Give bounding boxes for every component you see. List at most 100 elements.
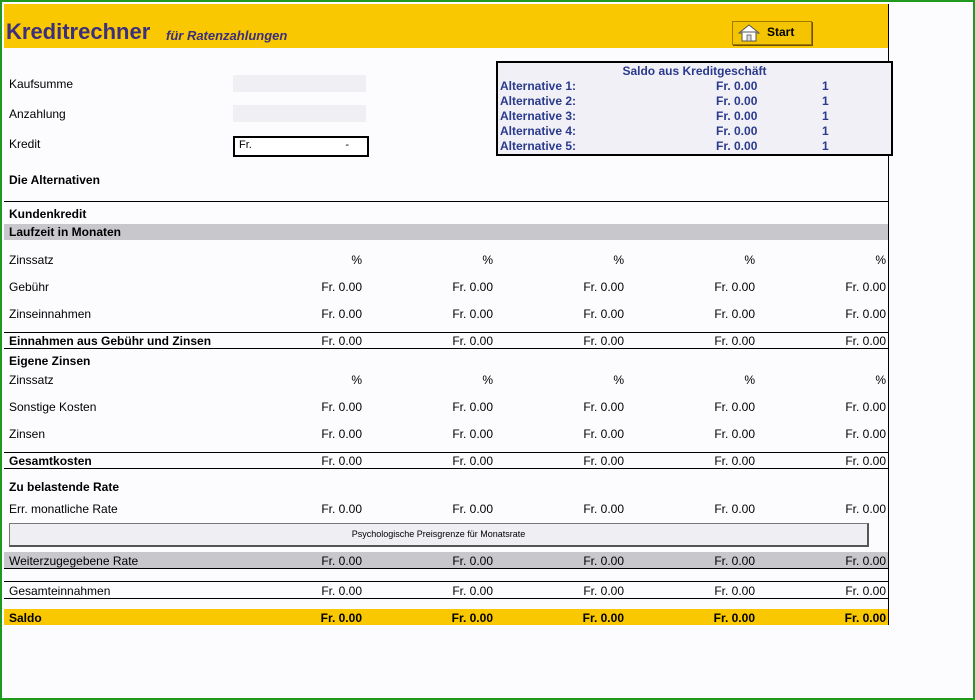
cell[interactable]: Fr. 0.00 bbox=[504, 280, 624, 294]
saldo-total-row: Saldo Fr. 0.00 Fr. 0.00 Fr. 0.00 Fr. 0.00 Fr.… bbox=[4, 609, 888, 625]
section-kundenkredit: Kundenkredit bbox=[9, 207, 87, 221]
row-label: Gesamteinnahmen bbox=[9, 584, 111, 598]
kredit-field[interactable]: Fr. - bbox=[233, 136, 369, 157]
row-label: Err. monatliche Rate bbox=[9, 502, 118, 516]
cell: Fr. 0.00 bbox=[714, 584, 755, 598]
saldo-row: Alternative 4: Fr. 0.00 1 bbox=[500, 124, 890, 139]
cell: Fr. 0.00 bbox=[583, 427, 624, 441]
cell[interactable]: Fr. 0.00 bbox=[242, 554, 362, 568]
cell[interactable]: Fr. 0.00 bbox=[242, 280, 362, 294]
cell: Fr. 0.00 bbox=[583, 502, 624, 516]
cell: Fr. 0.00 bbox=[583, 307, 624, 321]
saldo-row-number: 1 bbox=[822, 109, 829, 123]
cell: Fr. 0.00 bbox=[844, 611, 886, 625]
cell[interactable]: % bbox=[373, 373, 493, 387]
cell: Fr. 0.00 bbox=[452, 502, 493, 516]
divider bbox=[4, 348, 888, 349]
cell: Fr. 0.00 bbox=[845, 454, 886, 468]
saldo-row: Alternative 2: Fr. 0.00 1 bbox=[500, 94, 890, 109]
saldo-row-number: 1 bbox=[822, 139, 829, 153]
saldo-row-number: 1 bbox=[822, 124, 829, 138]
cell: Fr. 0.00 bbox=[321, 584, 362, 598]
saldo-row-label: Alternative 5: bbox=[500, 139, 577, 153]
saldo-row: Alternative 1: Fr. 0.00 1 bbox=[500, 79, 890, 94]
cell[interactable]: % bbox=[635, 373, 755, 387]
cell: Fr. 0.00 bbox=[452, 307, 493, 321]
cell[interactable]: % bbox=[635, 253, 755, 267]
cell: Fr. 0.00 bbox=[714, 334, 755, 348]
divider bbox=[4, 598, 888, 599]
saldo-title: Saldo aus Kreditgeschäft bbox=[622, 64, 767, 78]
divider bbox=[4, 201, 888, 202]
cell[interactable]: % bbox=[242, 373, 362, 387]
divider bbox=[4, 452, 888, 453]
saldo-row-label: Alternative 1: bbox=[500, 79, 577, 93]
cell: Fr. 0.00 bbox=[845, 334, 886, 348]
table-row: Gesamtkosten Fr. 0.00 Fr. 0.00 Fr. 0.00 Fr. … bbox=[4, 454, 888, 469]
cell[interactable]: Fr. 0.00 bbox=[766, 400, 886, 414]
table-row: Zinsen Fr. 0.00 Fr. 0.00 Fr. 0.00 Fr. 0.00 Fr… bbox=[4, 427, 888, 442]
cell[interactable]: % bbox=[504, 253, 624, 267]
cell[interactable]: Fr. 0.00 bbox=[635, 554, 755, 568]
cell: Fr. 0.00 bbox=[321, 307, 362, 321]
saldo-row-value: Fr. 0.00 bbox=[716, 124, 758, 138]
cell: Fr. 0.00 bbox=[452, 454, 493, 468]
saldo-row-label: Alternative 3: bbox=[500, 109, 577, 123]
start-button-label: Start bbox=[767, 25, 795, 39]
cell[interactable]: Fr. 0.00 bbox=[242, 400, 362, 414]
cell: Fr. 0.00 bbox=[845, 584, 886, 598]
divider bbox=[4, 332, 888, 333]
cell: Fr. 0.00 bbox=[321, 334, 362, 348]
saldo-row-value: Fr. 0.00 bbox=[716, 94, 758, 108]
kredit-currency: Fr. bbox=[239, 139, 252, 151]
cell[interactable]: Fr. 0.00 bbox=[504, 554, 624, 568]
row-label: Gebühr bbox=[9, 280, 50, 294]
cell[interactable]: Fr. 0.00 bbox=[373, 280, 493, 294]
divider bbox=[4, 581, 888, 582]
saldo-row-value: Fr. 0.00 bbox=[716, 139, 758, 153]
saldo-summary-box: Saldo aus Kreditgeschäft Alternative 1: F… bbox=[496, 61, 893, 156]
cell[interactable]: Fr. 0.00 bbox=[635, 400, 755, 414]
row-label: Sonstige Kosten bbox=[9, 400, 97, 414]
row-label: Zinssatz bbox=[9, 253, 54, 267]
cell[interactable]: % bbox=[373, 253, 493, 267]
saldo-row: Alternative 3: Fr. 0.00 1 bbox=[500, 109, 890, 124]
table-row: Weiterzugegebene Rate Fr. 0.00 Fr. 0.00 Fr.… bbox=[4, 552, 888, 568]
cell[interactable]: Fr. 0.00 bbox=[766, 554, 886, 568]
section-alternativen: Die Alternativen bbox=[9, 173, 100, 187]
table-row: Gebühr Fr. 0.00 Fr. 0.00 Fr. 0.00 Fr. 0.00 Fr… bbox=[4, 280, 888, 295]
window-frame: Kreditrechner für Ratenzahlungen Start K… bbox=[0, 0, 975, 700]
cell: Fr. 0.00 bbox=[583, 334, 624, 348]
row-label: Saldo bbox=[9, 611, 42, 625]
saldo-row-value: Fr. 0.00 bbox=[716, 79, 758, 93]
cell[interactable]: % bbox=[766, 253, 886, 267]
cell[interactable]: % bbox=[242, 253, 362, 267]
cell[interactable]: % bbox=[504, 373, 624, 387]
start-button[interactable]: Start bbox=[732, 21, 812, 45]
row-label: Zinsen bbox=[9, 427, 46, 441]
cell: Fr. 0.00 bbox=[321, 427, 362, 441]
kaufsumme-label: Kaufsumme bbox=[9, 77, 74, 91]
saldo-row-label: Alternative 2: bbox=[500, 94, 577, 108]
cell[interactable]: % bbox=[766, 373, 886, 387]
kredit-value: - bbox=[345, 139, 349, 151]
cell: Fr. 0.00 bbox=[452, 584, 493, 598]
cell: Fr. 0.00 bbox=[845, 502, 886, 516]
laufzeit-label: Laufzeit in Monaten bbox=[9, 225, 121, 239]
psych-price-limit-button[interactable]: Psychologische Preisgrenze für Monatsrat… bbox=[9, 523, 869, 547]
cell[interactable]: Fr. 0.00 bbox=[373, 400, 493, 414]
kaufsumme-input[interactable] bbox=[233, 75, 366, 92]
saldo-row-number: 1 bbox=[822, 79, 829, 93]
anzahlung-label: Anzahlung bbox=[9, 107, 66, 121]
cell[interactable]: Fr. 0.00 bbox=[504, 400, 624, 414]
cell: Fr. 0.00 bbox=[582, 611, 624, 625]
cell[interactable]: Fr. 0.00 bbox=[373, 554, 493, 568]
section-zu-belastende-rate: Zu belastende Rate bbox=[9, 480, 120, 494]
cell: Fr. 0.00 bbox=[714, 427, 755, 441]
cell[interactable]: Fr. 0.00 bbox=[766, 280, 886, 294]
section-eigene-zinsen: Eigene Zinsen bbox=[9, 354, 91, 368]
cell: Fr. 0.00 bbox=[714, 502, 755, 516]
cell[interactable]: Fr. 0.00 bbox=[635, 280, 755, 294]
anzahlung-input[interactable] bbox=[233, 105, 366, 122]
table-row: Einnahmen aus Gebühr und Zinsen Fr. 0.00 F… bbox=[4, 334, 888, 349]
